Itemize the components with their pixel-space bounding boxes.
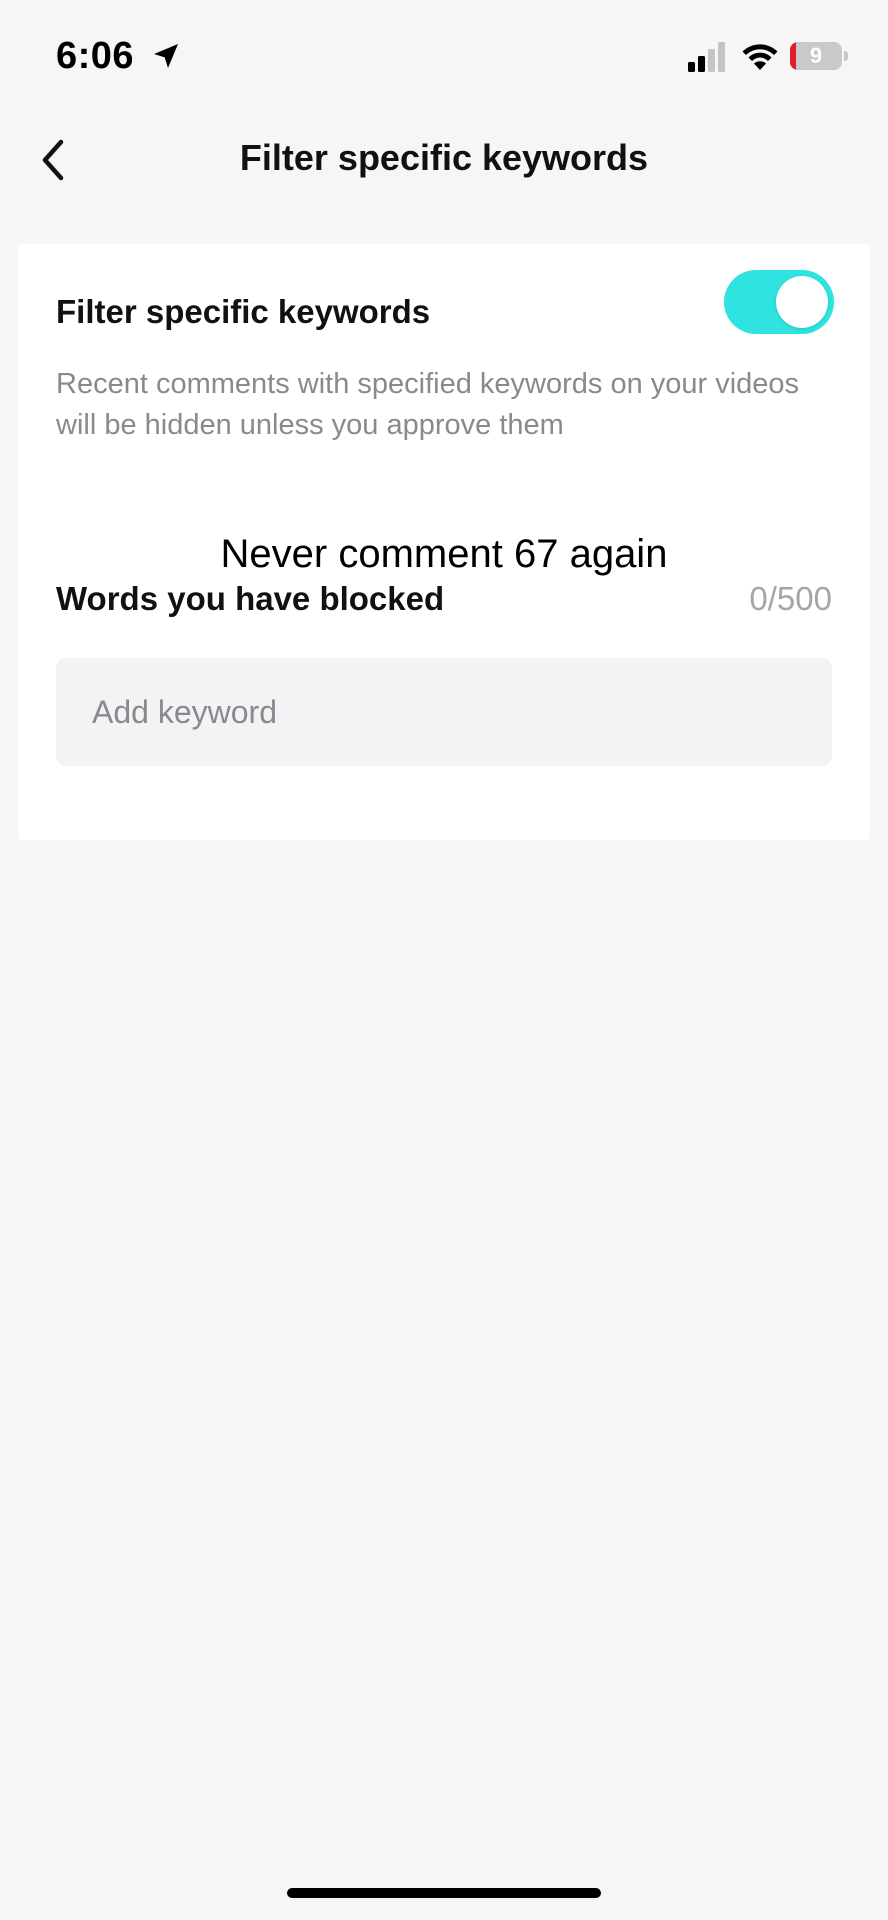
words-blocked-label: Words you have blocked [56,580,445,617]
blocked-word-count: 0/500 [749,580,832,617]
cellular-signal-icon [688,42,725,72]
filter-setting-title: Filter specific keywords [56,293,431,330]
home-indicator[interactable] [287,1888,601,1898]
battery-level: 9 [809,43,823,68]
status-bar: 6:06 9 [0,0,888,110]
nav-header: Filter specific keywords [0,120,888,200]
filter-setting-description: Recent comments with specified keywords … [56,368,800,441]
status-time: 6:06 [56,35,135,77]
filter-keywords-toggle[interactable] [724,270,834,334]
location-arrow-icon [154,44,178,68]
toggle-knob [776,276,828,328]
battery-icon: 9 [790,42,842,70]
add-keyword-input[interactable] [56,658,832,766]
wifi-icon [742,44,778,70]
page-title: Filter specific keywords [239,137,649,178]
overlay-caption: Never comment 67 again [220,532,668,576]
battery-cap [844,51,848,61]
